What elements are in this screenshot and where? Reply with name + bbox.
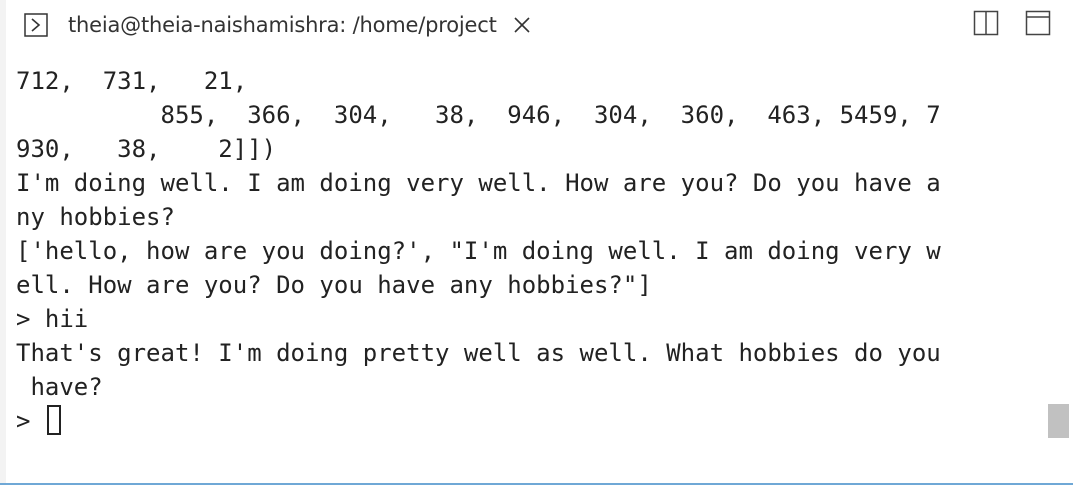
terminal-line: I'm doing well. I am doing very well. Ho…	[16, 169, 941, 197]
terminal-line: ell. How are you? Do you have any hobbie…	[16, 271, 652, 299]
terminal-line: 855, 366, 304, 38, 946, 304, 360, 463, 5…	[16, 101, 941, 129]
terminal-line: > hii	[16, 305, 89, 333]
terminal-line: 930, 38, 2]])	[16, 135, 277, 163]
terminal-line: ny hobbies?	[16, 203, 175, 231]
terminal-cursor	[46, 405, 61, 435]
terminal-line: have?	[16, 373, 103, 401]
left-border	[0, 0, 6, 483]
terminal-icon	[24, 13, 48, 37]
terminal-tab[interactable]: theia@theia-naishamishra: /home/project	[24, 10, 533, 40]
terminal-line: 712, 731, 21,	[16, 67, 248, 95]
terminal-prompt: >	[16, 407, 45, 435]
close-icon[interactable]	[511, 14, 533, 36]
terminal-line: That's great! I'm doing pretty well as w…	[16, 339, 941, 367]
scrollbar-thumb[interactable]	[1048, 404, 1069, 438]
split-editor-icon[interactable]	[973, 10, 999, 36]
maximize-panel-icon[interactable]	[1025, 10, 1051, 36]
terminal-output[interactable]: 712, 731, 21, 855, 366, 304, 38, 946, 30…	[16, 64, 1068, 474]
terminal-prompt-line[interactable]: >	[16, 404, 1068, 438]
terminal-window: theia@theia-naishamishra: /home/project …	[0, 0, 1073, 485]
tab-title: theia@theia-naishamishra: /home/project	[68, 13, 497, 37]
terminal-line: ['hello, how are you doing?', "I'm doing…	[16, 237, 941, 265]
tab-bar: theia@theia-naishamishra: /home/project	[0, 0, 1073, 52]
